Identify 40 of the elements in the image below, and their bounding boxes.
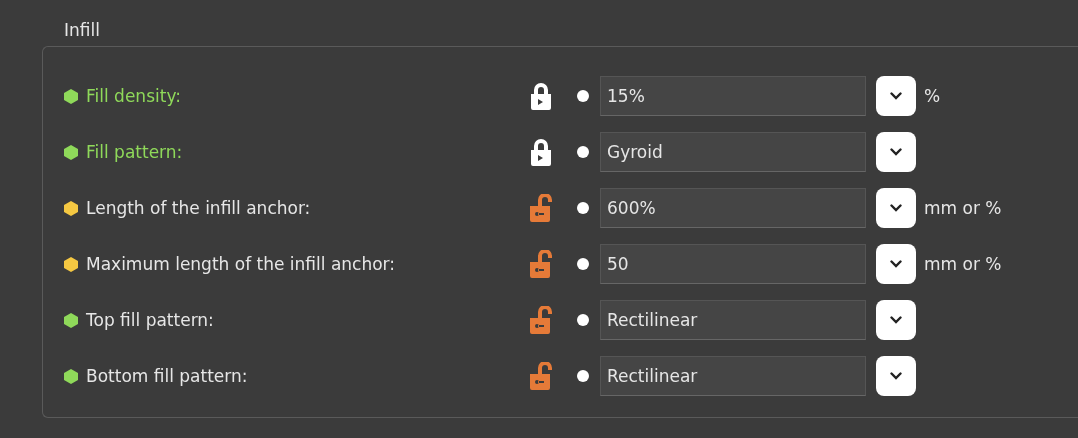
dropdown-button[interactable] bbox=[876, 356, 916, 396]
option-label: Fill pattern: bbox=[86, 142, 184, 162]
dropdown-button[interactable] bbox=[876, 244, 916, 284]
unlocked-lock-icon[interactable] bbox=[529, 194, 553, 222]
dot-icon bbox=[577, 258, 589, 270]
unit-label: mm or % bbox=[924, 198, 1002, 218]
unlocked-lock-icon[interactable] bbox=[529, 250, 553, 278]
unlocked-lock-icon[interactable] bbox=[529, 306, 553, 334]
chevron-down-icon bbox=[890, 204, 902, 212]
section-title: Infill bbox=[64, 20, 101, 40]
chevron-down-icon bbox=[890, 372, 902, 380]
chevron-down-icon bbox=[890, 260, 902, 268]
lock-icon[interactable] bbox=[529, 138, 553, 166]
value-field[interactable]: Rectilinear bbox=[600, 300, 866, 340]
option-label: Bottom fill pattern: bbox=[86, 366, 249, 386]
value-field[interactable]: 50 bbox=[600, 244, 866, 284]
unlocked-lock-icon[interactable] bbox=[529, 362, 553, 390]
dropdown-button[interactable] bbox=[876, 188, 916, 228]
option-label: Fill density: bbox=[86, 86, 182, 106]
option-label: Length of the infill anchor: bbox=[86, 198, 312, 218]
unit-label: mm or % bbox=[924, 254, 1002, 274]
option-label: Maximum length of the infill anchor: bbox=[86, 254, 397, 274]
value-field[interactable]: 600% bbox=[600, 188, 866, 228]
dropdown-button[interactable] bbox=[876, 132, 916, 172]
option-label: Top fill pattern: bbox=[86, 310, 215, 330]
dot-icon bbox=[577, 314, 589, 326]
lock-icon[interactable] bbox=[529, 82, 553, 110]
value-field[interactable]: 15% bbox=[600, 76, 866, 116]
value-field[interactable]: Rectilinear bbox=[600, 356, 866, 396]
dot-icon bbox=[577, 90, 589, 102]
unit-label: % bbox=[924, 86, 941, 106]
dropdown-button[interactable] bbox=[876, 76, 916, 116]
value-field[interactable]: Gyroid bbox=[600, 132, 866, 172]
dot-icon bbox=[577, 370, 589, 382]
chevron-down-icon bbox=[890, 92, 902, 100]
dot-icon bbox=[577, 202, 589, 214]
dot-icon bbox=[577, 146, 589, 158]
dropdown-button[interactable] bbox=[876, 300, 916, 340]
chevron-down-icon bbox=[890, 316, 902, 324]
chevron-down-icon bbox=[890, 148, 902, 156]
